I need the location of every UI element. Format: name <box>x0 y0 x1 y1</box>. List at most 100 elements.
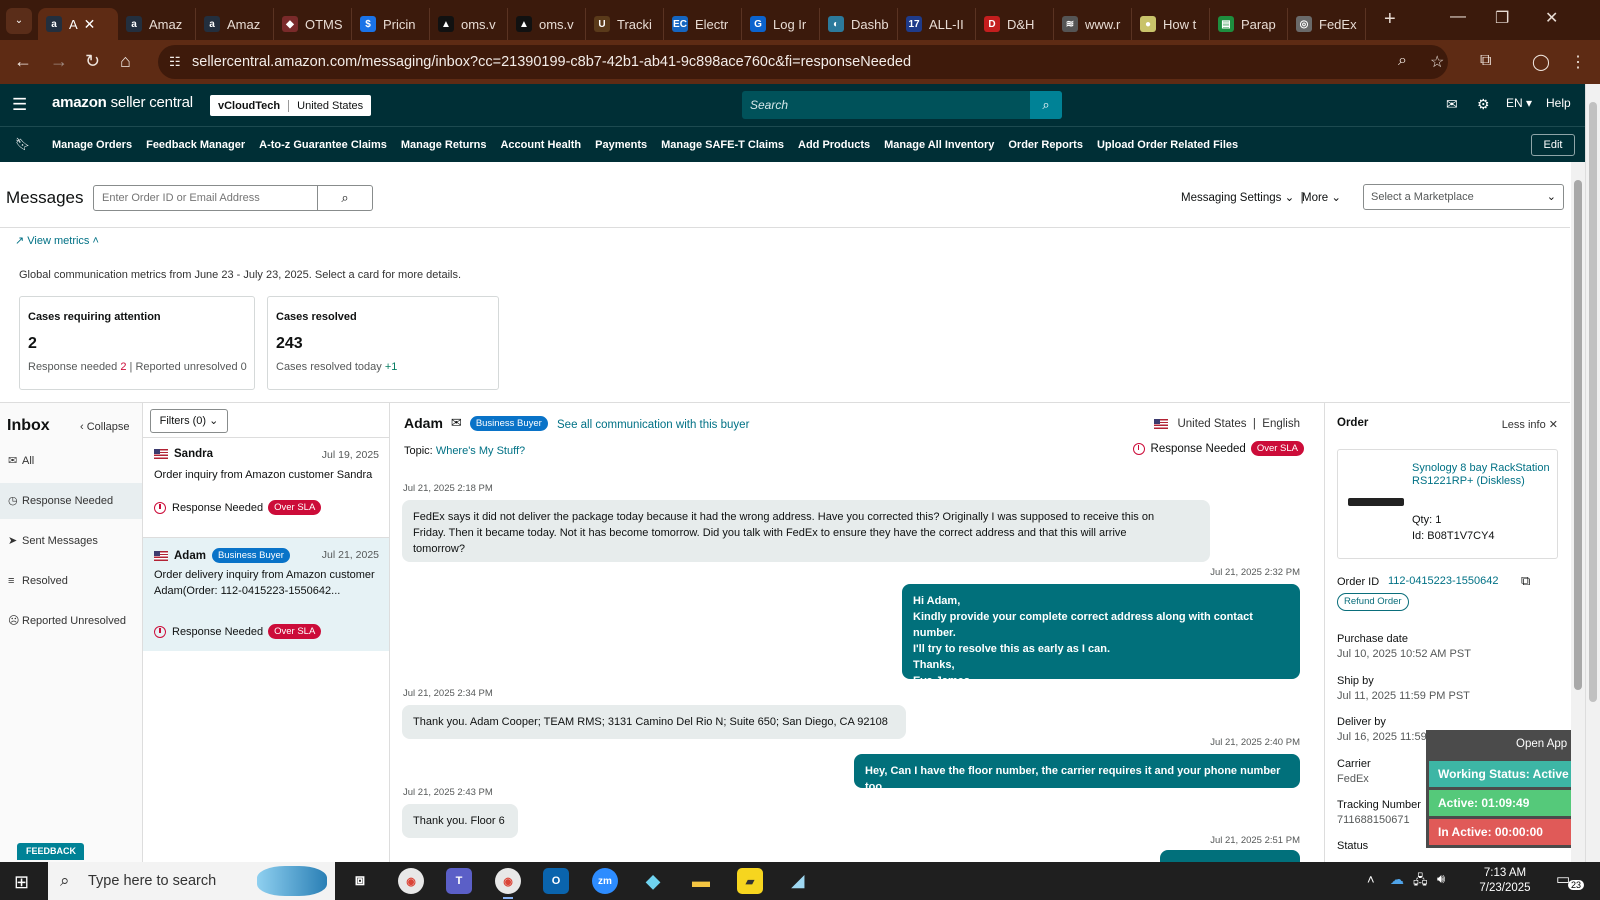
taskbar-clock[interactable]: 7:13 AM 7/23/2025 <box>1465 866 1545 896</box>
account-switcher[interactable]: vCloudTech United States <box>210 95 372 116</box>
hamburger-menu-icon[interactable]: ☰ <box>12 95 27 115</box>
copy-icon[interactable]: ⧉ <box>1521 573 1530 589</box>
thread-item-adam[interactable]: Adam Business Buyer Jul 21, 2025 Order de… <box>143 537 389 651</box>
global-search-button[interactable]: ⌕ <box>1030 91 1062 119</box>
zoom-icon[interactable]: ⌕ <box>1398 52 1407 70</box>
bookmark-icon[interactable]: 🔖︎ <box>15 137 30 151</box>
file-explorer-icon[interactable]: ▬ <box>688 868 714 894</box>
content-scrollbar[interactable] <box>1571 162 1585 862</box>
site-info-icon[interactable]: ☷ <box>169 45 181 79</box>
nav-link[interactable]: Manage Orders <box>52 139 132 151</box>
filters-button[interactable]: Filters (0) ⌄ <box>150 409 228 433</box>
nav-link[interactable]: A-to-z Guarantee Claims <box>259 139 387 151</box>
mail-icon[interactable]: ✉ <box>1446 96 1458 113</box>
browser-tab[interactable]: ▤ Parap <box>1210 8 1288 40</box>
address-bar[interactable]: ☷ sellercentral.amazon.com/messaging/inb… <box>158 45 1448 79</box>
nav-link[interactable]: Upload Order Related Files <box>1097 139 1238 151</box>
order-search-input[interactable] <box>93 185 318 211</box>
browser-tab[interactable]: 17 ALL-II <box>898 8 976 40</box>
browser-tab[interactable]: ◎ FedEx <box>1288 8 1366 40</box>
messaging-settings-dropdown[interactable]: Messaging Settings ⌄ | <box>1181 190 1304 204</box>
view-metrics-toggle[interactable]: ↗ View metrics ˄ <box>15 234 99 247</box>
sidebar-item-response-needed[interactable]: ◷ Response Needed <box>0 483 142 519</box>
language-selector[interactable]: EN ▾ <box>1506 96 1532 110</box>
browser-tab[interactable]: EC Electr <box>664 8 742 40</box>
browser-tab[interactable]: ◆ OTMS <box>274 8 352 40</box>
browser-menu-icon[interactable]: ⋮ <box>1570 52 1586 72</box>
browser-tab[interactable]: ≋ www.r <box>1054 8 1132 40</box>
network-icon[interactable]: 🖧︎ <box>1413 871 1428 893</box>
browser-tab[interactable]: a A ✕ <box>38 8 118 40</box>
chrome-icon[interactable]: ◉ <box>398 868 424 894</box>
close-tab-icon[interactable]: ✕ <box>84 16 96 33</box>
nav-link[interactable]: Manage SAFE-T Claims <box>661 139 784 151</box>
refund-order-button[interactable]: Refund Order <box>1337 593 1409 611</box>
teams-icon[interactable]: T <box>446 868 472 894</box>
more-dropdown[interactable]: More ⌄ <box>1302 190 1341 204</box>
task-view-icon[interactable]: ⧈ <box>347 868 373 894</box>
tab-search-button[interactable]: ⌄ <box>6 8 32 34</box>
chrome-profile-icon[interactable]: ◉ <box>495 868 521 899</box>
less-info-button[interactable]: Less info ✕ <box>1502 418 1558 431</box>
reload-icon[interactable]: ↻ <box>85 51 100 72</box>
settings-gear-icon[interactable]: ⚙ <box>1477 96 1490 113</box>
nav-link[interactable]: Account Health <box>500 139 581 151</box>
nav-link[interactable]: Payments <box>595 139 647 151</box>
product-name-link[interactable]: Synology 8 bay RackStation RS1221RP+ (Di… <box>1412 462 1552 487</box>
taskbar-search[interactable]: ⌕ Type here to search <box>48 862 335 900</box>
collapse-button[interactable]: ‹ Collapse <box>80 421 130 433</box>
tray-chevron-icon[interactable]: ˄ <box>1367 872 1375 887</box>
sticky-notes-icon[interactable]: ▰ <box>737 868 763 894</box>
browser-tab[interactable]: G Log Ir <box>742 8 820 40</box>
browser-tab[interactable]: ▲ oms.v <box>430 8 508 40</box>
notepad-icon[interactable]: ◢ <box>785 868 811 894</box>
volume-icon[interactable]: 🔊︎ <box>1437 871 1445 887</box>
home-icon[interactable]: ⌂ <box>120 51 131 72</box>
windows-start-icon[interactable]: ⊞ <box>14 872 29 893</box>
app-diamond-icon[interactable]: ◆ <box>640 868 666 894</box>
bookmark-star-icon[interactable]: ☆ <box>1430 52 1444 72</box>
page-scrollbar[interactable] <box>1585 84 1600 862</box>
zoom-app-icon[interactable]: zm <box>592 868 618 894</box>
cases-resolved-card[interactable]: Cases resolved 243 Cases resolved today … <box>267 296 499 390</box>
global-search-input[interactable] <box>742 91 1030 119</box>
marketplace-select[interactable]: Select a Marketplace ⌄ <box>1363 184 1564 210</box>
nav-link[interactable]: Feedback Manager <box>146 139 245 151</box>
sidebar-item-sent[interactable]: ➤ Sent Messages <box>0 523 142 559</box>
mail-icon[interactable]: ✉ <box>451 415 462 431</box>
sidebar-item-reported-unresolved[interactable]: ☹ Reported Unresolved <box>0 603 142 639</box>
browser-tab[interactable]: a Amaz <box>196 8 274 40</box>
sidebar-item-all[interactable]: ✉ All <box>0 443 142 479</box>
nav-link[interactable]: Manage Returns <box>401 139 487 151</box>
nav-link[interactable]: Add Products <box>798 139 870 151</box>
forward-icon[interactable]: → <box>50 51 68 72</box>
restore-window-icon[interactable]: ❐ <box>1495 8 1509 28</box>
page-scroll-thumb[interactable] <box>1589 102 1597 702</box>
feedback-button[interactable]: FEEDBACK ✕ <box>17 843 84 873</box>
extensions-icon[interactable]: ⧉ <box>1480 52 1491 70</box>
sidebar-item-resolved[interactable]: ≡ Resolved <box>0 563 142 599</box>
seller-central-logo[interactable]: amazon seller central <box>52 94 193 111</box>
browser-tab[interactable]: ◐ Dashb <box>820 8 898 40</box>
help-link[interactable]: Help <box>1546 96 1571 110</box>
browser-tab[interactable]: U Tracki <box>586 8 664 40</box>
onedrive-icon[interactable]: ☁ <box>1390 871 1404 888</box>
order-search-button[interactable]: ⌕ <box>318 185 373 211</box>
see-all-communication-link[interactable]: See all communication with this buyer <box>557 419 749 431</box>
browser-tab[interactable]: a Amaz <box>118 8 196 40</box>
minimize-window-icon[interactable]: — <box>1450 8 1466 26</box>
new-tab-button[interactable]: + <box>1384 8 1396 31</box>
outlook-icon[interactable]: O <box>543 868 569 894</box>
nav-link[interactable]: Order Reports <box>1008 139 1083 151</box>
cases-attention-card[interactable]: Cases requiring attention 2 Response nee… <box>19 296 255 390</box>
browser-tab[interactable]: $ Pricin <box>352 8 430 40</box>
profile-icon[interactable]: ◯ <box>1532 52 1550 72</box>
topic-link[interactable]: Where's My Stuff? <box>436 445 525 457</box>
browser-tab[interactable]: D D&H <box>976 8 1054 40</box>
edit-nav-button[interactable]: Edit <box>1531 134 1575 156</box>
close-window-icon[interactable]: ✕ <box>1545 8 1558 28</box>
back-icon[interactable]: ← <box>14 51 32 72</box>
nav-link[interactable]: Manage All Inventory <box>884 139 994 151</box>
browser-tab[interactable]: ● How t <box>1132 8 1210 40</box>
thread-item-sandra[interactable]: Sandra Jul 19, 2025 Order inquiry from A… <box>143 437 389 517</box>
